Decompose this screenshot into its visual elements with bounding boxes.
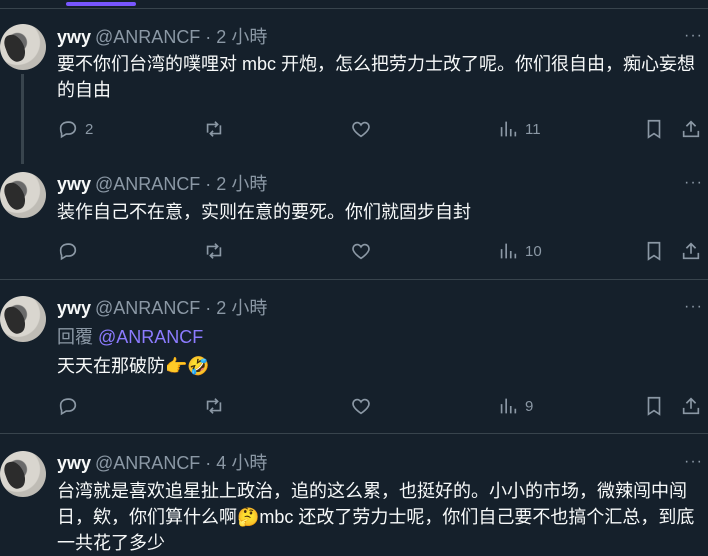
- views-button[interactable]: 10: [497, 239, 542, 263]
- views-icon: [500, 243, 517, 259]
- retweet-icon: [206, 243, 222, 259]
- views-button[interactable]: 11: [497, 117, 541, 141]
- tweet-header: ywy @ANRANCF · 4 小時: [57, 451, 267, 475]
- reply-count: 2: [85, 120, 94, 138]
- views-button[interactable]: 9: [497, 394, 533, 418]
- like-button[interactable]: [350, 117, 372, 141]
- tweet-text: 天天在那破防👉🤣: [57, 356, 210, 376]
- like-button[interactable]: [350, 239, 372, 263]
- like-button[interactable]: [350, 394, 372, 418]
- handle-time[interactable]: @ANRANCF · 2 小時: [95, 27, 267, 47]
- share-button[interactable]: [680, 117, 702, 141]
- like-icon: [352, 121, 370, 138]
- views-count: 11: [525, 120, 541, 138]
- like-icon: [352, 243, 370, 260]
- tweet-header: ywy @ANRANCF · 2 小時: [57, 172, 267, 196]
- tweet-text: 要不你们台湾的噗哩对 mbc 开炮，怎么把劳力士改了呢。你们很自由，痴心妄想的自…: [57, 54, 696, 100]
- more-options-icon[interactable]: ···: [684, 174, 703, 192]
- tweet-text: 装作自己不在意，实则在意的要死。你们就固步自封: [57, 202, 471, 222]
- retweet-icon: [206, 121, 222, 137]
- tweet-header: ywy @ANRANCF · 2 小時: [57, 296, 267, 320]
- views-count: 9: [525, 397, 534, 415]
- handle-time[interactable]: @ANRANCF · 2 小時: [95, 298, 267, 318]
- thread-connector: [21, 74, 24, 164]
- views-icon: [500, 398, 517, 414]
- display-name[interactable]: ywy: [57, 174, 91, 194]
- avatar[interactable]: [0, 451, 46, 497]
- bookmark-icon: [647, 396, 661, 416]
- top-tab-bar: [0, 0, 708, 9]
- like-icon: [352, 398, 370, 415]
- retweet-button[interactable]: [203, 394, 225, 418]
- share-button[interactable]: [680, 239, 702, 263]
- avatar[interactable]: [0, 172, 46, 218]
- action-bar: 9: [57, 394, 702, 418]
- display-name[interactable]: ywy: [57, 453, 91, 473]
- handle-time[interactable]: @ANRANCF · 4 小時: [95, 453, 267, 473]
- divider: [0, 279, 708, 280]
- reply-icon: [59, 121, 77, 139]
- avatar[interactable]: [0, 24, 46, 70]
- share-icon: [682, 120, 700, 138]
- retweet-button[interactable]: [203, 117, 225, 141]
- reply-prefix: 回覆: [57, 327, 93, 347]
- replying-to: 回覆 @ANRANCF: [57, 325, 203, 349]
- reply-button[interactable]: [57, 394, 85, 418]
- views-count: 10: [525, 242, 542, 260]
- views-icon: [500, 121, 517, 137]
- bookmark-button[interactable]: [643, 117, 665, 141]
- action-bar: 10: [57, 239, 702, 263]
- bookmark-icon: [647, 119, 661, 139]
- bookmark-icon: [647, 241, 661, 261]
- more-options-icon[interactable]: ···: [684, 298, 703, 316]
- bookmark-button[interactable]: [643, 239, 665, 263]
- reply-icon: [59, 243, 77, 261]
- reply-icon: [59, 398, 77, 416]
- reply-button[interactable]: [57, 239, 85, 263]
- tweet-header: ywy @ANRANCF · 2 小時: [57, 25, 267, 49]
- retweet-icon: [206, 398, 222, 414]
- reply-button[interactable]: 2: [57, 117, 93, 141]
- share-icon: [682, 397, 700, 415]
- display-name[interactable]: ywy: [57, 27, 91, 47]
- share-icon: [682, 242, 700, 260]
- more-options-icon[interactable]: ···: [684, 27, 703, 45]
- reply-mention-link[interactable]: @ANRANCF: [98, 327, 203, 347]
- retweet-button[interactable]: [203, 239, 225, 263]
- divider: [0, 433, 708, 434]
- handle-time[interactable]: @ANRANCF · 2 小時: [95, 174, 267, 194]
- active-tab-indicator: [66, 2, 136, 6]
- share-button[interactable]: [680, 394, 702, 418]
- more-options-icon[interactable]: ···: [684, 453, 703, 471]
- avatar[interactable]: [0, 296, 46, 342]
- display-name[interactable]: ywy: [57, 298, 91, 318]
- action-bar: 2 11: [57, 117, 702, 141]
- bookmark-button[interactable]: [643, 394, 665, 418]
- tweet-text: 台湾就是喜欢追星扯上政治，追的这么累，也挺好的。小小的市场，微辣闯中闯日，欸，你…: [57, 481, 695, 553]
